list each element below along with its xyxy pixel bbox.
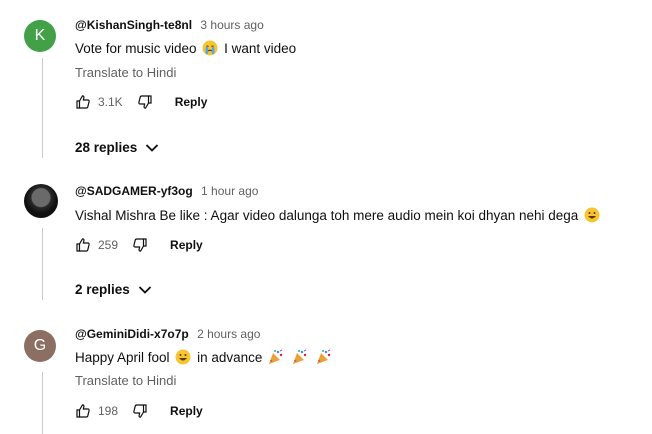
like-button[interactable]	[75, 403, 91, 419]
chevron-down-icon	[145, 143, 159, 153]
thumbs-up-icon	[76, 95, 90, 109]
reply-button[interactable]: Reply	[170, 238, 203, 252]
party-popper-icon	[292, 349, 308, 365]
comment-author[interactable]: @GeminiDidi-x7o7p	[75, 327, 189, 341]
view-replies-button[interactable]: 2 replies	[75, 282, 152, 297]
grinning-face-icon	[175, 349, 191, 365]
avatar-letter: G	[33, 337, 47, 354]
comment-timestamp[interactable]: 2 hours ago	[197, 327, 260, 341]
dislike-button[interactable]	[132, 237, 148, 253]
avatar[interactable]: K	[24, 20, 56, 52]
comment-author[interactable]: @SADGAMER-yf3og	[75, 184, 193, 198]
thumbs-down-icon	[133, 238, 147, 252]
grinning-face-icon	[584, 207, 600, 223]
avatar[interactable]	[24, 184, 58, 218]
like-button[interactable]	[75, 94, 91, 110]
party-popper-icon	[268, 349, 284, 365]
dislike-button[interactable]	[132, 403, 148, 419]
thread-line	[42, 58, 43, 158]
replies-count: 28 replies	[75, 140, 138, 155]
like-count: 198	[98, 404, 119, 418]
reply-button[interactable]: Reply	[170, 404, 203, 418]
thumbs-up-icon	[76, 404, 90, 418]
reply-button[interactable]: Reply	[175, 95, 208, 109]
comment-text: Vote for music video I want video	[75, 40, 297, 56]
comment-timestamp[interactable]: 3 hours ago	[200, 18, 263, 32]
thumbs-down-icon	[137, 95, 152, 109]
party-popper-icon	[316, 349, 332, 365]
dislike-button[interactable]	[137, 94, 153, 110]
view-replies-button[interactable]: 28 replies	[75, 140, 159, 155]
comment-author[interactable]: @KishanSingh-te8nl	[75, 18, 192, 32]
comment-timestamp[interactable]: 1 hour ago	[201, 184, 258, 198]
translate-link[interactable]: Translate to Hindi	[75, 65, 176, 80]
avatar-letter: K	[34, 27, 46, 44]
like-count: 3.1K	[98, 95, 123, 109]
crying-face-icon	[202, 40, 218, 56]
avatar[interactable]: G	[24, 330, 56, 362]
replies-count: 2 replies	[75, 282, 130, 297]
comment-text: Vishal Mishra Be like : Agar video dalun…	[75, 207, 602, 223]
thumbs-down-icon	[133, 404, 147, 418]
thumbs-up-icon	[76, 238, 90, 252]
translate-link[interactable]: Translate to Hindi	[75, 373, 176, 388]
chevron-down-icon	[138, 285, 152, 295]
thread-line	[42, 228, 43, 300]
thread-line	[42, 372, 43, 434]
comment-text: Happy April fool in advance	[75, 349, 334, 365]
like-count: 259	[98, 238, 119, 252]
like-button[interactable]	[75, 237, 91, 253]
